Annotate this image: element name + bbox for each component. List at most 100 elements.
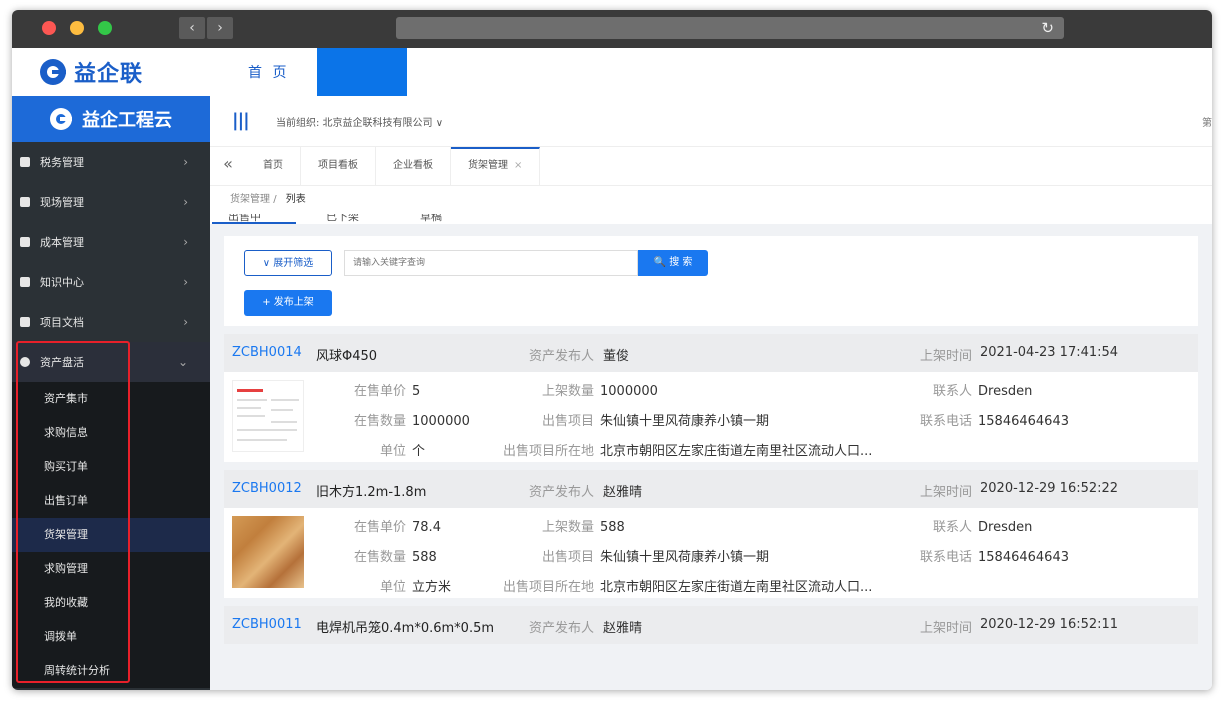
chevron-right-icon: › bbox=[183, 155, 188, 169]
sidebar-item-label: 税务管理 bbox=[40, 156, 84, 169]
filter-toolbar: ∨ 展开筛选 🔍 搜 索 + 发布上架 bbox=[224, 236, 1198, 326]
circle-icon bbox=[20, 357, 30, 367]
sidebar-subitem[interactable]: 周转统计分析 bbox=[12, 654, 210, 688]
address-bar[interactable]: ↻ bbox=[396, 17, 1064, 39]
reload-icon[interactable]: ↻ bbox=[1041, 17, 1054, 39]
sidebar-item-asset[interactable]: 资产盘活 ⌄ bbox=[12, 342, 210, 382]
breadcrumb: 货架管理 / 列表 bbox=[210, 186, 1212, 214]
sidebar-item[interactable]: 知识中心 › bbox=[12, 262, 210, 302]
tab-shelf-management[interactable]: 货架管理 × bbox=[451, 147, 541, 185]
logo-icon bbox=[40, 59, 66, 85]
asset-thumbnail[interactable] bbox=[232, 380, 304, 452]
field-label: 出售项目 bbox=[542, 550, 595, 565]
sidebar-subitem[interactable]: 出售订单 bbox=[12, 484, 210, 518]
chevron-right-icon: › bbox=[183, 315, 188, 329]
menu-toggle-icon[interactable]: ||| bbox=[232, 110, 250, 131]
sidebar-subitem[interactable]: 我的收藏 bbox=[12, 586, 210, 620]
back-button[interactable]: ‹ bbox=[179, 17, 205, 39]
field-value: 1000000 bbox=[600, 384, 658, 399]
status-tab-draft[interactable]: 草稿 bbox=[420, 214, 442, 224]
sidebar-subitem[interactable]: 资产集市 bbox=[12, 382, 210, 416]
sidebar-item-label: 现场管理 bbox=[40, 196, 84, 209]
header-right-text: 第 bbox=[1202, 118, 1212, 129]
collapse-tabs-icon[interactable]: « bbox=[210, 147, 246, 185]
chevron-down-icon: ⌄ bbox=[177, 355, 188, 369]
field-value: 朱仙镇十里风荷康养小镇一期 bbox=[600, 550, 770, 565]
maximize-window-button[interactable] bbox=[98, 21, 112, 35]
publisher-value: 赵雅晴 bbox=[603, 485, 643, 500]
field-label: 联系电话 bbox=[920, 414, 973, 429]
listing-card: ZCBH0012 旧木方1.2m-1.8m 资产发布人 赵雅晴 上架时间 2020-12-… bbox=[224, 470, 1198, 598]
asset-thumbnail[interactable] bbox=[232, 516, 304, 588]
field-value: 个 bbox=[412, 444, 426, 459]
field-value: 15846464643 bbox=[978, 414, 1069, 429]
forward-button[interactable]: › bbox=[207, 17, 233, 39]
sidebar-item[interactable]: 现场管理 › bbox=[12, 182, 210, 222]
asset-code-link[interactable]: ZCBH0011 bbox=[232, 617, 302, 632]
status-tab-off-shelf[interactable]: 已下架 bbox=[326, 214, 359, 224]
brand-logo[interactable]: 益企联 bbox=[40, 58, 143, 87]
sidebar-item-label: 项目文档 bbox=[40, 316, 84, 329]
org-selector[interactable]: 当前组织: 北京益企联科技有限公司 ∨ bbox=[276, 114, 443, 129]
sidebar-item-label: 知识中心 bbox=[40, 276, 84, 289]
breadcrumb-sep: / bbox=[273, 194, 277, 205]
sub-header: ||| 当前组织: 北京益企联科技有限公司 ∨ 第 bbox=[210, 96, 1212, 147]
time-label: 上架时间 bbox=[920, 621, 973, 636]
field-value: Dresden bbox=[978, 520, 1033, 535]
sidebar-subitem[interactable]: 调拨单 bbox=[12, 620, 210, 654]
tab-enterprise-board[interactable]: 企业看板 bbox=[376, 147, 451, 185]
field-label: 联系电话 bbox=[920, 550, 973, 565]
project-field: 出售项目 朱仙镇十里风荷康养小镇一期 bbox=[542, 546, 769, 565]
project-field: 出售项目 朱仙镇十里风荷康养小镇一期 bbox=[542, 410, 769, 429]
field-label: 单位 bbox=[380, 580, 407, 595]
sidebar-item[interactable]: 税务管理 › bbox=[12, 142, 210, 182]
unit-price-field: 在售单价 5 bbox=[354, 380, 420, 399]
sidebar-subitem[interactable]: 求购管理 bbox=[12, 552, 210, 586]
minimize-window-button[interactable] bbox=[70, 21, 84, 35]
field-label: 在售数量 bbox=[354, 550, 407, 565]
breadcrumb-parent[interactable]: 货架管理 bbox=[230, 194, 270, 205]
field-label: 联系人 bbox=[933, 520, 973, 535]
sidebar-item[interactable]: 成本管理 › bbox=[12, 222, 210, 262]
expand-filter-button[interactable]: ∨ 展开筛选 bbox=[244, 250, 332, 276]
time-label: 上架时间 bbox=[920, 485, 973, 500]
sidebar-logo: 益企工程云 bbox=[12, 96, 210, 142]
close-window-button[interactable] bbox=[42, 21, 56, 35]
sidebar-subitem[interactable]: 货架管理 bbox=[12, 518, 210, 552]
tab-label: 货架管理 bbox=[468, 160, 508, 171]
search-button[interactable]: 🔍 搜 索 bbox=[638, 250, 708, 276]
nav-home[interactable]: 首 页 bbox=[248, 62, 289, 82]
nav-active-tab[interactable] bbox=[317, 48, 407, 96]
asset-code-link[interactable]: ZCBH0012 bbox=[232, 481, 302, 496]
tab-project-board[interactable]: 项目看板 bbox=[301, 147, 376, 185]
chevron-right-icon: › bbox=[183, 235, 188, 249]
tab-home[interactable]: 首页 bbox=[246, 147, 301, 185]
location-field: 出售项目所在地 北京市朝阳区左家庄街道左南里社区流动人口... bbox=[503, 440, 872, 459]
qty-listed-field: 上架数量 588 bbox=[542, 516, 625, 535]
publisher-label: 资产发布人 bbox=[529, 621, 595, 636]
asset-code-link[interactable]: ZCBH0014 bbox=[232, 345, 302, 360]
listing-body: 在售单价 5 上架数量 1000000 联系人 Dresden 在售数量 1000000 出售项… bbox=[224, 372, 1198, 462]
sidebar-item[interactable]: 项目文档 › bbox=[12, 302, 210, 342]
sidebar-item-label: 资产盘活 bbox=[40, 356, 84, 369]
sidebar-subitem[interactable]: 求购信息 bbox=[12, 416, 210, 450]
asset-name: 电焊机吊笼0.4m*0.6m*0.5m bbox=[316, 621, 495, 636]
qty-sale-field: 在售数量 1000000 bbox=[354, 410, 470, 429]
listing-body: 在售单价 78.4 上架数量 588 联系人 Dresden 在售数量 588 出售项目 朱仙镇十… bbox=[224, 508, 1198, 598]
close-tab-icon[interactable]: × bbox=[514, 160, 522, 171]
field-value: Dresden bbox=[978, 384, 1033, 399]
listing-header: ZCBH0014 风球Φ450 资产发布人 董俊 上架时间 2021-04-23 17:4… bbox=[224, 334, 1198, 372]
unit-field: 单位个 bbox=[380, 440, 425, 459]
field-label: 在售单价 bbox=[354, 520, 407, 535]
publish-button[interactable]: + 发布上架 bbox=[244, 290, 332, 316]
main-content: ||| 当前组织: 北京益企联科技有限公司 ∨ 第 « 首页 项目看板 企业看板… bbox=[210, 96, 1212, 690]
field-value: 5 bbox=[412, 384, 421, 399]
publisher-value: 董俊 bbox=[603, 349, 630, 364]
phone-field: 联系电话 15846464643 bbox=[920, 546, 1069, 565]
search-input[interactable] bbox=[344, 250, 638, 276]
sidebar-subitem[interactable]: 购买订单 bbox=[12, 450, 210, 484]
sidebar-title: 益企工程云 bbox=[82, 110, 172, 131]
top-header: 益企联 首 页 bbox=[12, 48, 1212, 97]
field-value: 1000000 bbox=[412, 414, 470, 429]
asset-name: 风球Φ450 bbox=[316, 349, 378, 364]
